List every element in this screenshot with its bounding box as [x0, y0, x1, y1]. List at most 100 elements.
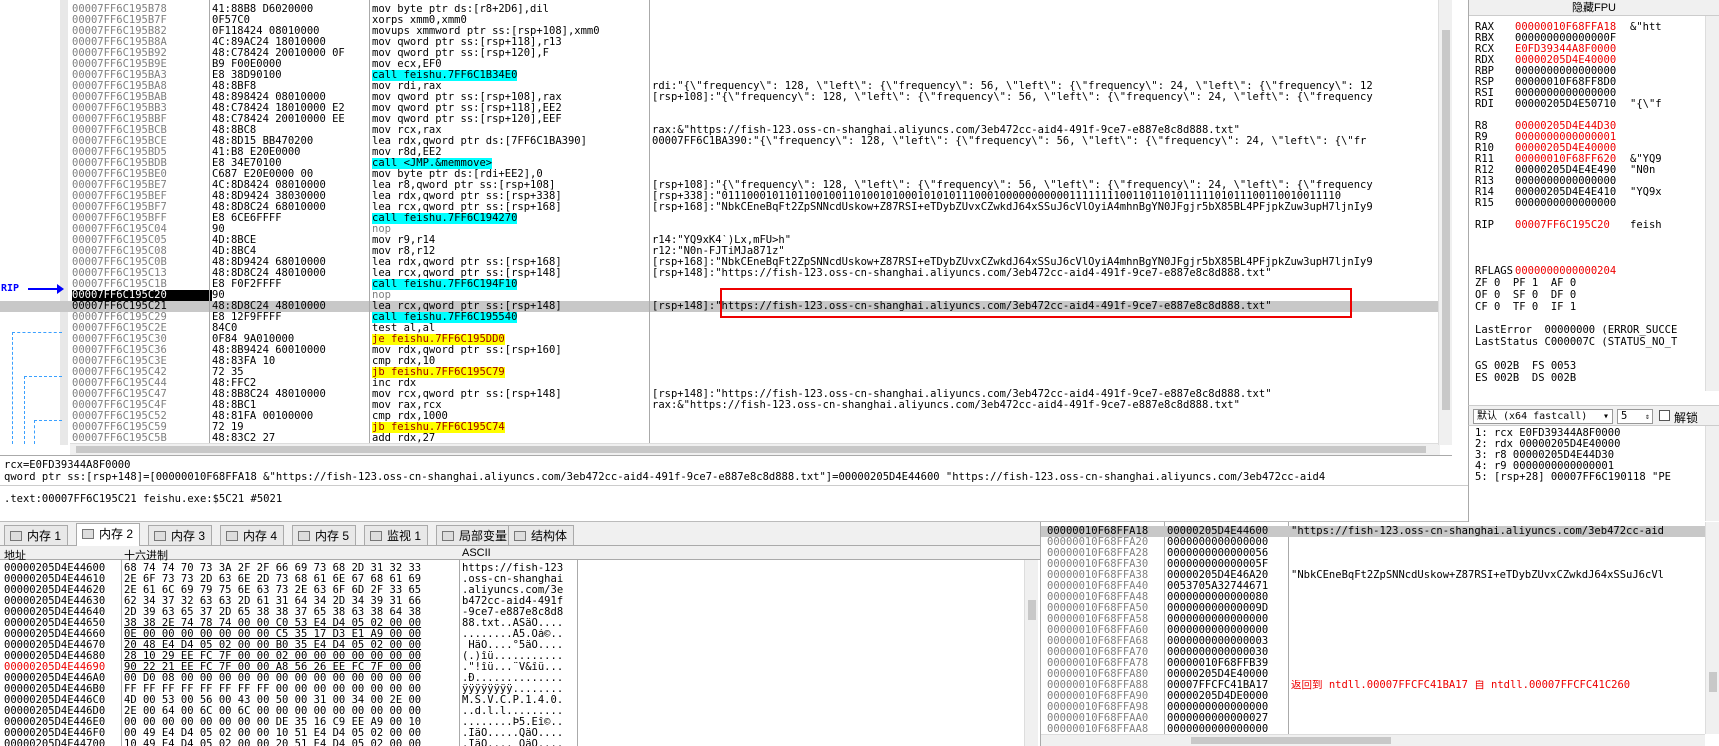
disasm-vertical-scrollbar[interactable] [1438, 0, 1452, 445]
dump-row[interactable]: 00000205D4E44610 2E 6F 73 73 2D 63 6E 2D … [0, 574, 1040, 585]
tab-8[interactable]: 结构体 [508, 525, 575, 545]
disasm-row[interactable]: 00007FF6C195BCB 48:8BC8 mov rcx,rax rax:&"h… [0, 125, 1452, 136]
register-row[interactable]: RSI 0000000000000000 [1475, 88, 1710, 99]
dump-row[interactable]: 00000205D4E446C0 4D 00 53 00 56 00 43 00 … [0, 695, 1040, 706]
register-row[interactable]: RIP 00007FF6C195C20 feish [1475, 220, 1710, 231]
register-row[interactable]: R8 00000205D4E44D30 [1475, 121, 1710, 132]
disasm-row[interactable]: 00007FF6C195C30 0F84 9A010000 je feishu.7F… [0, 334, 1452, 345]
args-scrollbar[interactable] [1705, 426, 1719, 521]
tab-2[interactable]: 内存 2 [76, 523, 141, 546]
stack-row[interactable]: 00000010F68FFA48 0000000000000080 [1041, 592, 1719, 603]
disasm-row[interactable]: 00007FF6C195C04 90 nop [0, 224, 1452, 235]
register-row[interactable]: R10 00000205D4E40000 [1475, 143, 1710, 154]
memory-dump-view[interactable]: 地址 十六进制 ASCII 00000205D4E44600 68 74 74 7… [0, 546, 1040, 746]
disasm-row[interactable]: 00007FF6C195B78 41:88B8 D6020000 mov byte … [0, 4, 1452, 15]
register-row[interactable] [1475, 110, 1710, 121]
tab-1[interactable]: 内存 1 [4, 525, 69, 545]
tab-5[interactable]: 内存 5 [292, 525, 357, 545]
dump-row[interactable]: 00000205D4E446A0 00 D0 08 00 00 00 00 00 … [0, 673, 1040, 684]
register-row[interactable]: R11 00000010F68FF620 &"YQ9 [1475, 154, 1710, 165]
dump-row[interactable]: 00000205D4E446D0 2E 00 64 00 6C 00 6C 00 … [0, 706, 1040, 717]
register-row[interactable]: R13 0000000000000000 [1475, 176, 1710, 187]
argument-row[interactable]: 4: r9 0000000000000001 [1475, 461, 1710, 472]
dump-row[interactable]: 00000205D4E446F0 00 49 E4 D4 05 02 00 00 … [0, 728, 1040, 739]
flags-row[interactable]: OF 0 SF 0 DF 0 [1475, 290, 1710, 301]
stack-row[interactable]: 00000010F68FFA98 0000000000000000 [1041, 702, 1719, 713]
register-row[interactable]: RAX 00000010F68FFA18 &"htt [1475, 22, 1710, 33]
register-row[interactable]: RBX 000000000000000F [1475, 33, 1710, 44]
disasm-row[interactable]: 00007FF6C195BD5 41:B8 E20E0000 mov r8d,EE2 [0, 147, 1452, 158]
stack-horizontal-scrollbar[interactable] [1041, 734, 1705, 746]
disasm-row[interactable]: 00007FF6C195BDB E8 34E70100 call <JMP.&mem… [0, 158, 1452, 169]
disasm-row[interactable]: 00007FF6C195BFF E8 6CE6FFFF call feishu.7F… [0, 213, 1452, 224]
dump-row[interactable]: 00000205D4E44650 38 38 2E 74 78 74 00 00 … [0, 618, 1040, 629]
dump-row[interactable]: 00000205D4E446B0 FF FF FF FF FF FF FF FF … [0, 684, 1040, 695]
disasm-row[interactable]: 00007FF6C195BA3 E8 38D90100 call feishu.7F… [0, 70, 1452, 81]
stack-view[interactable]: 00000010F68FFA18 00000205D4E44600 "https:/… [1040, 522, 1719, 746]
stack-row[interactable]: 00000010F68FFA30 000000000000005F [1041, 559, 1719, 570]
disasm-row[interactable]: 00007FF6C195C42 72 35 jb feishu.7FF6C195C7… [0, 367, 1452, 378]
disasm-row[interactable]: 00007FF6C195C44 48:FFC2 inc rdx [0, 378, 1452, 389]
disasm-row[interactable]: 00007FF6C195C2E 84C0 test al,al [0, 323, 1452, 334]
stack-row[interactable]: 00000010F68FFAA0 0000000000000027 [1041, 713, 1719, 724]
disasm-row[interactable]: 00007FF6C195BAB 48:898424 08010000 mov qwo… [0, 92, 1452, 103]
argument-row[interactable]: 1: rcx E0FD39344A8F0000 [1475, 428, 1710, 439]
stack-row[interactable]: 00000010F68FFA40 0053705A32744671 [1041, 581, 1719, 592]
disasm-row[interactable]: 00007FF6C195C05 4D:8BCE mov r9,r14 r14:"YQ9… [0, 235, 1452, 246]
disasm-horizontal-scrollbar[interactable] [70, 443, 1440, 455]
disasm-row[interactable]: 00007FF6C195C0B 48:8D9424 68010000 lea rdx… [0, 257, 1452, 268]
stack-row[interactable]: 00000010F68FFA18 00000205D4E44600 "https:/… [1041, 526, 1719, 537]
argument-row[interactable]: 3: r8 00000205D4E44D30 [1475, 450, 1710, 461]
disasm-row[interactable]: 00007FF6C195B8A 4C:89AC24 18010000 mov qwo… [0, 37, 1452, 48]
disasm-row[interactable]: 00007FF6C195BEF 48:8D9424 38030000 lea rdx… [0, 191, 1452, 202]
register-row[interactable]: R14 00000205D4E4E410 "YQ9x [1475, 187, 1710, 198]
dump-row[interactable]: 00000205D4E44600 68 74 74 70 73 3A 2F 2F … [0, 563, 1040, 574]
unlock-checkbox[interactable] [1659, 410, 1670, 421]
register-row[interactable]: RSP 00000010F68FF8D0 [1475, 77, 1710, 88]
stack-row[interactable]: 00000010F68FFA50 000000000000009D [1041, 603, 1719, 614]
stack-row[interactable]: 00000010F68FFA68 0000000000000003 [1041, 636, 1719, 647]
stack-row[interactable]: 00000010F68FFA78 00000010F68FFB39 [1041, 658, 1719, 669]
register-row[interactable]: R12 00000205D4E4E490 "N0n [1475, 165, 1710, 176]
disassembly-view[interactable]: 00007FF6C195B78 41:88B8 D6020000 mov byte … [0, 0, 1452, 456]
disasm-row[interactable]: 00007FF6C195C13 48:8D8C24 48010000 lea rcx… [0, 268, 1452, 279]
disasm-row[interactable]: 00007FF6C195BE0 C687 E20E0000 00 mov byte … [0, 169, 1452, 180]
disasm-row[interactable]: 00007FF6C195C36 48:8B9424 60010000 mov rdx… [0, 345, 1452, 356]
disasm-row[interactable]: 00007FF6C195BE7 4C:8D8424 08010000 lea r8,… [0, 180, 1452, 191]
tab-3[interactable]: 内存 3 [148, 525, 213, 545]
tab-4[interactable]: 内存 4 [220, 525, 285, 545]
stack-row[interactable]: 00000010F68FFA88 00007FFCFC41BA17 返回到 ntdl… [1041, 680, 1719, 691]
stack-row[interactable]: 00000010F68FFA38 00000205D4E46A20 "NbkCEne… [1041, 570, 1719, 581]
flags-row[interactable]: CF 0 TF 0 IF 1 [1475, 302, 1710, 313]
dump-row[interactable]: 00000205D4E44700 10 49 E4 D4 05 02 00 00 … [0, 739, 1040, 746]
disasm-row[interactable]: 00007FF6C195C47 48:8B8C24 48010000 mov rcx… [0, 389, 1452, 400]
disasm-row[interactable]: 00007FF6C195BBF 48:C78424 20010000 EE mov … [0, 114, 1452, 125]
disasm-row[interactable]: 00007FF6C195B82 0F118424 08010000 movups x… [0, 26, 1452, 37]
tab-6[interactable]: 监视 1 [364, 525, 429, 545]
disasm-row[interactable]: 00007FF6C195C08 4D:8BC4 mov r8,r12 r12:"N0n… [0, 246, 1452, 257]
disasm-row[interactable]: 00007FF6C195BCE 48:8D15 BB470200 lea rdx,q… [0, 136, 1452, 147]
argument-row[interactable]: 2: rdx 00000205D4E40000 [1475, 439, 1710, 450]
disasm-row[interactable]: 00007FF6C195B7F 0F57C0 xorps xmm0,xmm0 [0, 15, 1452, 26]
dump-row[interactable]: 00000205D4E44620 2E 61 6C 69 79 75 6E 63 … [0, 585, 1040, 596]
dump-row[interactable]: 00000205D4E44630 62 34 37 32 63 63 2D 61 … [0, 596, 1040, 607]
stack-scrollbar[interactable] [1705, 522, 1719, 734]
register-row[interactable]: R9 0000000000000001 [1475, 132, 1710, 143]
disasm-row[interactable]: 00007FF6C195BB3 48:C78424 18010000 E2 mov … [0, 103, 1452, 114]
stack-row[interactable]: 00000010F68FFA20 0000000000000000 [1041, 537, 1719, 548]
register-row[interactable]: RBP 0000000000000000 [1475, 66, 1710, 77]
dump-row[interactable]: 00000205D4E44690 90 22 21 EE FC 7F 00 00 … [0, 662, 1040, 673]
dump-row[interactable]: 00000205D4E44640 2D 39 63 65 37 2D 65 38 … [0, 607, 1040, 618]
register-row[interactable] [1475, 209, 1710, 220]
arg-count-stepper[interactable]: 5 ⇕ [1617, 409, 1653, 424]
stack-row[interactable]: 00000010F68FFA60 0000000000000000 [1041, 625, 1719, 636]
argument-row[interactable]: 5: [rsp+28] 00007FF6C190118 "PE [1475, 472, 1710, 483]
hide-fpu-button[interactable]: 隐藏FPU [1469, 0, 1719, 16]
registers-scrollbar[interactable] [1705, 16, 1719, 391]
stack-row[interactable]: 00000010F68FFA28 0000000000000056 [1041, 548, 1719, 559]
flags-row[interactable]: ZF 0 PF 1 AF 0 [1475, 278, 1710, 289]
stack-row[interactable]: 00000010F68FFA70 0000000000000030 [1041, 647, 1719, 658]
disasm-row[interactable]: 00007FF6C195BA8 48:8BF8 mov rdi,rax rdi:"{\… [0, 81, 1452, 92]
dump-row[interactable]: 00000205D4E44670 20 48 E4 D4 05 02 00 00 … [0, 640, 1040, 651]
dump-row[interactable]: 00000205D4E446E0 00 00 00 00 00 00 00 00 … [0, 717, 1040, 728]
